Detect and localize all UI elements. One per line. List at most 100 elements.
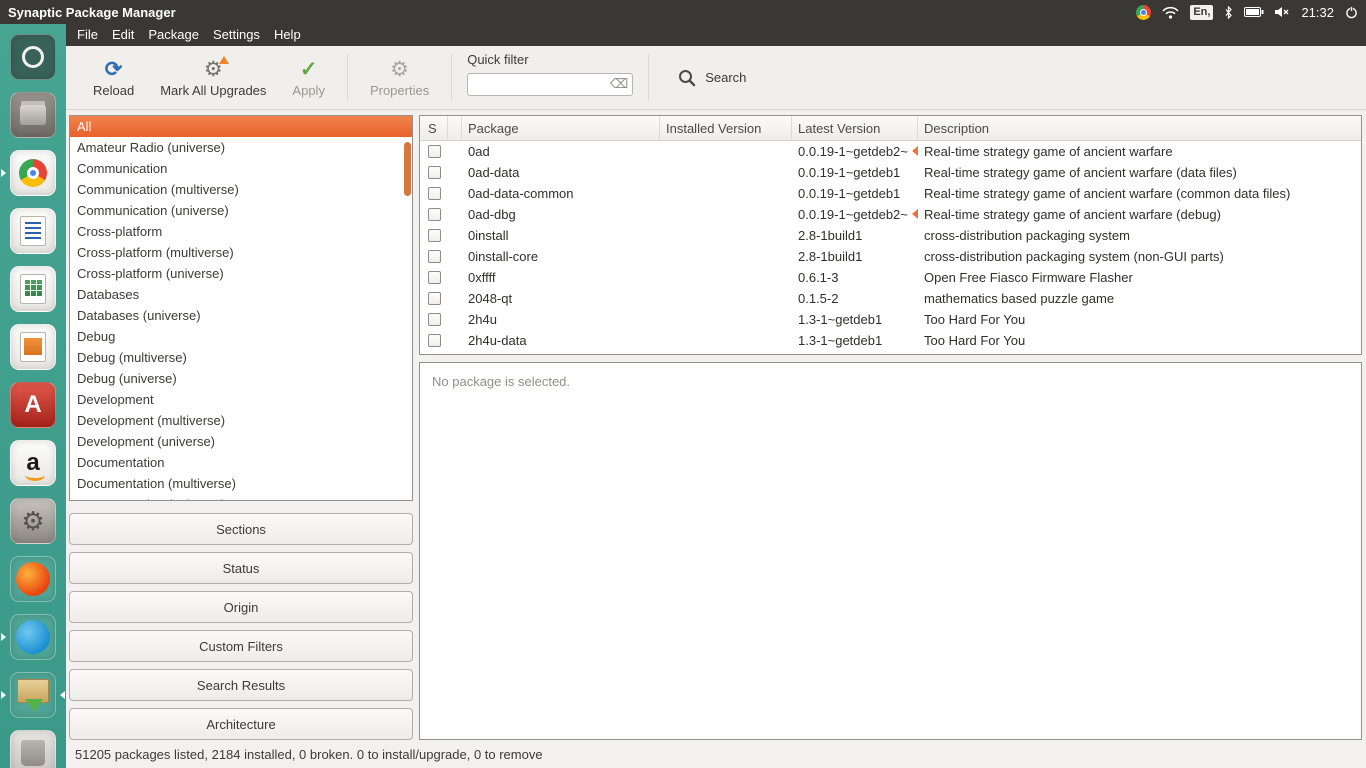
package-checkbox[interactable]: [428, 166, 441, 179]
scrollbar-thumb[interactable]: [404, 142, 411, 196]
chrome-indicator-icon[interactable]: [1136, 5, 1151, 20]
system-settings-icon[interactable]: ⚙: [10, 498, 56, 544]
properties-button[interactable]: ⚙ Properties: [357, 46, 442, 109]
amazon-icon[interactable]: a: [10, 440, 56, 486]
synaptic-icon[interactable]: [10, 672, 56, 718]
column-header-description[interactable]: Description: [918, 116, 1361, 140]
clock[interactable]: 21:32: [1301, 5, 1334, 20]
package-checkbox[interactable]: [428, 292, 441, 305]
package-checkbox[interactable]: [428, 334, 441, 347]
adobe-reader-icon[interactable]: A: [10, 382, 56, 428]
section-item[interactable]: Debug (multiverse): [70, 347, 412, 368]
architecture-button[interactable]: Architecture: [69, 708, 413, 740]
section-item[interactable]: Communication: [70, 158, 412, 179]
installed-version: [660, 246, 792, 267]
package-row[interactable]: 0ad0.0.19-1~getdeb2~Real-time strategy g…: [420, 141, 1361, 162]
package-row[interactable]: 0ad-dbg0.0.19-1~getdeb2~Real-time strate…: [420, 204, 1361, 225]
column-header-installed-version[interactable]: Installed Version: [660, 116, 792, 140]
section-item[interactable]: Databases (universe): [70, 305, 412, 326]
search-button[interactable]: Search: [662, 46, 762, 109]
package-description: Real-time strategy game of ancient warfa…: [918, 162, 1361, 183]
package-row[interactable]: 0install2.8-1build1cross-distribution pa…: [420, 225, 1361, 246]
apply-label: Apply: [292, 83, 325, 98]
section-item[interactable]: Development (multiverse): [70, 410, 412, 431]
section-item[interactable]: Development: [70, 389, 412, 410]
section-item[interactable]: Cross-platform: [70, 221, 412, 242]
section-item[interactable]: Amateur Radio (universe): [70, 137, 412, 158]
package-description: Real-time strategy game of ancient warfa…: [918, 204, 1361, 225]
firefox-icon[interactable]: [10, 556, 56, 602]
reload-button[interactable]: ⟳ Reload: [80, 46, 147, 109]
section-item[interactable]: Communication (multiverse): [70, 179, 412, 200]
package-checkbox[interactable]: [428, 229, 441, 242]
libreoffice-impress-icon[interactable]: [10, 324, 56, 370]
section-item[interactable]: Development (universe): [70, 431, 412, 452]
menu-package[interactable]: Package: [141, 24, 206, 46]
origin-button[interactable]: Origin: [69, 591, 413, 623]
package-checkbox[interactable]: [428, 271, 441, 284]
session-menu-icon[interactable]: [1345, 6, 1358, 19]
package-checkbox[interactable]: [428, 250, 441, 263]
wifi-icon[interactable]: [1162, 6, 1179, 19]
quick-filter-input[interactable]: [467, 73, 633, 96]
package-checkbox[interactable]: [428, 187, 441, 200]
section-item[interactable]: Cross-platform (multiverse): [70, 242, 412, 263]
section-item[interactable]: Communication (universe): [70, 200, 412, 221]
column-header-s[interactable]: S: [420, 116, 448, 140]
package-row[interactable]: 2048-qt0.1.5-2mathematics based puzzle g…: [420, 288, 1361, 309]
synaptic-window: FileEditPackageSettingsHelp ⟳ Reload ⚙ M…: [66, 24, 1366, 768]
menu-file[interactable]: File: [70, 24, 105, 46]
package-state-cell: [448, 246, 462, 267]
bluetooth-icon[interactable]: [1224, 6, 1233, 19]
latest-version: 1.3-1~getdeb1: [792, 309, 918, 330]
menu-help[interactable]: Help: [267, 24, 308, 46]
section-item[interactable]: Documentation (multiverse): [70, 473, 412, 494]
section-item[interactable]: Documentation: [70, 452, 412, 473]
battery-icon[interactable]: [1244, 7, 1264, 17]
package-name: 0ad-dbg: [462, 204, 660, 225]
section-item[interactable]: All: [70, 116, 412, 137]
keyboard-layout-indicator[interactable]: En,: [1190, 5, 1213, 20]
mark-all-upgrades-button[interactable]: ⚙ Mark All Upgrades: [147, 46, 279, 109]
volume-muted-icon[interactable]: [1275, 6, 1290, 18]
section-item[interactable]: Cross-platform (universe): [70, 263, 412, 284]
search-results-button[interactable]: Search Results: [69, 669, 413, 701]
section-item[interactable]: Databases: [70, 284, 412, 305]
file-manager-icon[interactable]: [10, 92, 56, 138]
package-row[interactable]: 0ad-data-common0.0.19-1~getdeb1Real-time…: [420, 183, 1361, 204]
section-item[interactable]: Documentation (universe): [70, 494, 412, 501]
section-item[interactable]: Debug: [70, 326, 412, 347]
latest-version: 0.6.1-3: [792, 267, 918, 288]
package-checkbox[interactable]: [428, 208, 441, 221]
package-row[interactable]: 2h4u1.3-1~getdeb1Too Hard For You: [420, 309, 1361, 330]
trash-icon[interactable]: [10, 730, 56, 768]
google-chrome-icon[interactable]: [10, 150, 56, 196]
package-name: 2h4u-data: [462, 330, 660, 351]
installed-version: [660, 309, 792, 330]
system-indicators: En, 21:32: [1136, 5, 1358, 20]
messaging-app-icon[interactable]: [10, 614, 56, 660]
package-row[interactable]: 2h4u-data1.3-1~getdeb1Too Hard For You: [420, 330, 1361, 351]
column-header-blank[interactable]: [448, 116, 462, 140]
libreoffice-writer-icon[interactable]: [10, 208, 56, 254]
clear-filter-icon[interactable]: ⌫: [610, 76, 628, 92]
apply-button[interactable]: ✓ Apply: [279, 46, 338, 109]
ubuntu-dash-icon[interactable]: [10, 34, 56, 80]
latest-version: 0.1.5-2: [792, 288, 918, 309]
column-header-latest-version[interactable]: Latest Version: [792, 116, 918, 140]
installed-version: [660, 204, 792, 225]
package-checkbox[interactable]: [428, 145, 441, 158]
status-button[interactable]: Status: [69, 552, 413, 584]
package-row[interactable]: 0xffff0.6.1-3Open Free Fiasco Firmware F…: [420, 267, 1361, 288]
custom-filters-button[interactable]: Custom Filters: [69, 630, 413, 662]
menu-edit[interactable]: Edit: [105, 24, 141, 46]
section-item[interactable]: Debug (universe): [70, 368, 412, 389]
sections-button[interactable]: Sections: [69, 513, 413, 545]
package-row[interactable]: 0ad-data0.0.19-1~getdeb1Real-time strate…: [420, 162, 1361, 183]
libreoffice-calc-icon[interactable]: [10, 266, 56, 312]
menu-settings[interactable]: Settings: [206, 24, 267, 46]
package-state-cell: [448, 225, 462, 246]
package-checkbox[interactable]: [428, 313, 441, 326]
column-header-package[interactable]: Package: [462, 116, 660, 140]
package-row[interactable]: 0install-core2.8-1build1cross-distributi…: [420, 246, 1361, 267]
